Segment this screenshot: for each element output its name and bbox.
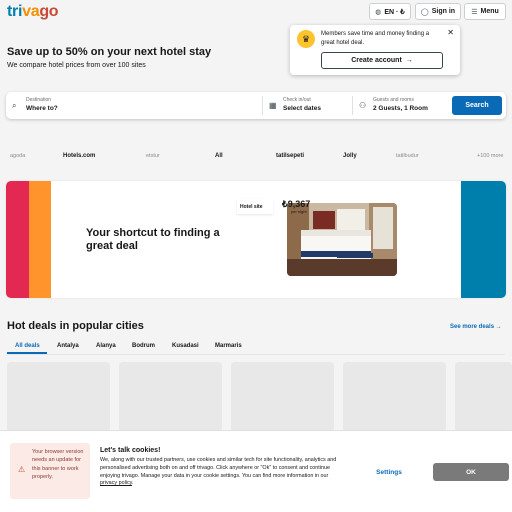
guests-value: 2 Guests, 1 Room: [373, 105, 428, 112]
create-account-button[interactable]: Create account →: [321, 52, 443, 69]
dates-value: Select dates: [283, 105, 321, 112]
partner-logo: tatilsepeti: [276, 153, 305, 159]
arrow-right-icon: →: [405, 57, 413, 64]
cookie-body-text: We, along with our trusted partners, use…: [100, 457, 337, 479]
tab-antalya[interactable]: Antalya: [57, 339, 79, 353]
tab-bodrum[interactable]: Bodrum: [132, 339, 155, 353]
warning-icon: ⚠: [18, 465, 26, 474]
search-button[interactable]: Search: [452, 96, 502, 115]
deal-card[interactable]: [119, 362, 222, 432]
logo-part-3: go: [39, 3, 59, 20]
partner-logo: Hotels.com: [63, 153, 96, 159]
partner-logo: tatilbudur: [396, 153, 419, 159]
header: trivago ◍ EN · ₺ ◯ Sign in ☰ Menu: [0, 0, 512, 26]
globe-icon: ◍: [375, 8, 382, 16]
menu-icon: ☰: [471, 8, 478, 16]
dates-field[interactable]: ▦ Check in/out Select dates: [263, 92, 351, 119]
partner-logos: agoda Hotels.com etstur All tatilsepeti …: [0, 147, 512, 165]
language-currency-button[interactable]: ◍ EN · ₺: [369, 3, 411, 20]
cookie-ok-button[interactable]: OK: [433, 463, 509, 481]
menu-label: Menu: [480, 8, 499, 15]
more-partners-link[interactable]: +100 more: [477, 153, 503, 159]
partner-logo: Jolly: [343, 153, 357, 159]
search-bar: ⌕ Destination Where to? ▦ Check in/out S…: [6, 92, 506, 119]
logo-part-1: tri: [7, 3, 23, 20]
browser-warning-text: Your browser version needs an update for…: [32, 449, 84, 480]
deal-card[interactable]: [7, 362, 110, 432]
cookie-title: Let's talk cookies!: [100, 447, 161, 454]
cookie-body: We, along with our trusted partners, use…: [100, 457, 337, 487]
members-badge-icon: ♛: [297, 30, 315, 48]
destination-label: Destination: [26, 97, 52, 103]
hotel-site-tag: Hotel site: [237, 199, 273, 214]
hot-deals-title: Hot deals in popular cities: [7, 320, 144, 332]
active-tab-indicator: [7, 352, 47, 354]
members-popup-text: Members save time and money finding a gr…: [321, 31, 430, 46]
arrow-right-icon: →: [495, 324, 502, 330]
language-currency-label: EN · ₺: [384, 8, 405, 16]
hero-subtitle: We compare hotel prices from over 100 si…: [7, 62, 146, 69]
logo-part-2: va: [22, 3, 40, 20]
calendar-icon: ▦: [269, 101, 277, 110]
tab-marmaris[interactable]: Marmaris: [215, 339, 242, 353]
hero-title: Save up to 50% on your next hotel stay: [7, 46, 212, 58]
destination-input[interactable]: Where to?: [26, 105, 58, 112]
sign-in-button[interactable]: ◯ Sign in: [415, 3, 461, 20]
deal-card[interactable]: [455, 362, 512, 432]
partner-logo: agoda: [10, 153, 26, 159]
dates-label: Check in/out: [283, 97, 311, 103]
privacy-policy-link[interactable]: privacy policy: [100, 480, 132, 486]
partner-logo: etstur: [146, 153, 160, 159]
search-icon: ⌕: [12, 101, 17, 110]
partner-logo: All: [215, 153, 223, 159]
cookie-banner: ⚠ Your browser version needs an update f…: [0, 430, 512, 512]
deal-card[interactable]: [231, 362, 334, 432]
browser-warning: ⚠ Your browser version needs an update f…: [10, 443, 90, 499]
banner-price-sub: per night: [291, 209, 307, 214]
destination-field[interactable]: ⌕ Destination Where to?: [6, 92, 261, 119]
trivago-logo[interactable]: trivago: [7, 3, 59, 21]
sign-in-label: Sign in: [431, 8, 456, 15]
tab-kusadasi[interactable]: Kusadasi: [172, 339, 199, 353]
tabs-divider: [7, 354, 505, 355]
promo-banner: Your shortcut to finding a great deal Ho…: [6, 181, 506, 298]
guests-label: Guests and rooms: [373, 97, 414, 103]
tab-alanya[interactable]: Alanya: [96, 339, 116, 353]
close-icon[interactable]: ✕: [447, 28, 454, 37]
members-popup: ♛ Members save time and money finding a …: [290, 25, 460, 75]
orange-stripe: [29, 181, 51, 298]
cookie-settings-button[interactable]: Settings: [365, 465, 413, 480]
menu-button[interactable]: ☰ Menu: [464, 3, 506, 20]
create-account-label: Create account: [351, 57, 402, 64]
guests-icon: ⚇: [359, 101, 367, 110]
banner-headline: Your shortcut to finding a great deal: [86, 227, 220, 252]
see-more-deals-link[interactable]: See more deals →: [450, 324, 502, 330]
guests-field[interactable]: ⚇ Guests and rooms 2 Guests, 1 Room: [353, 92, 448, 119]
see-more-label: See more deals: [450, 324, 495, 330]
page: trivago ◍ EN · ₺ ◯ Sign in ☰ Menu Save u…: [0, 0, 512, 512]
user-icon: ◯: [420, 8, 429, 16]
blue-stripe: [461, 181, 506, 298]
red-stripe: [6, 181, 29, 298]
tab-all-deals[interactable]: All deals: [15, 339, 40, 353]
deal-card[interactable]: [343, 362, 446, 432]
